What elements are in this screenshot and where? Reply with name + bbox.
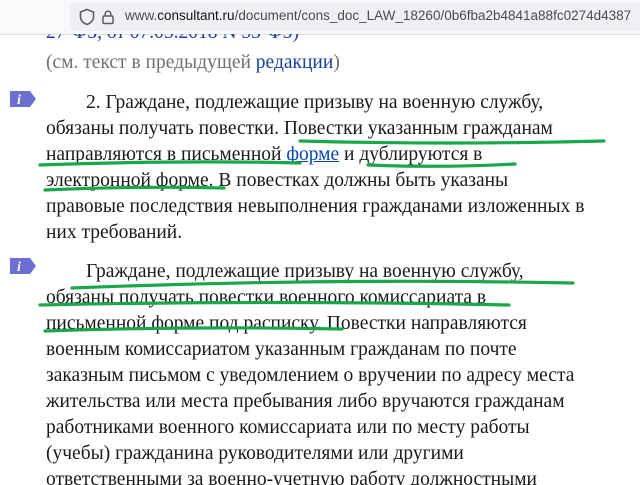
para1-line2: обязаны получать повестки. Повестки указ… — [46, 118, 553, 139]
amendment-cutoff-line: 27-ФЗ, от 07.03.2018 N 53-ФЗ) — [46, 34, 299, 46]
info-icon[interactable]: i — [8, 89, 38, 109]
previous-edition-note: (см. текст в предыдущей редакции) — [46, 50, 340, 76]
para2-line9: ответственными за военно-учетную работу … — [46, 469, 537, 485]
para1-line1: 2. Граждане, подлежащие призыву на военн… — [86, 92, 544, 113]
shield-icon[interactable] — [78, 8, 96, 26]
browser-toolbar: www.consultant.ru/document/cons_doc_LAW_… — [0, 0, 640, 35]
para1-line4: электронной форме. В повестках должны бы… — [46, 170, 509, 191]
previous-edition-link[interactable]: редакции — [256, 52, 334, 73]
para2-line2: обязаны получать повестки военного комис… — [46, 287, 487, 308]
svg-text:i: i — [17, 260, 21, 275]
para2-line3: письменной форме под расписку. Повестки … — [46, 313, 527, 334]
para1-line5: правовые последствия невыполнения гражда… — [46, 196, 585, 217]
info-icon[interactable]: i — [8, 256, 38, 276]
para2-line8: (учебы) гражданина руководителями или др… — [46, 443, 464, 464]
url-text[interactable]: www.consultant.ru/document/cons_doc_LAW_… — [125, 8, 631, 23]
lock-icon[interactable] — [100, 9, 116, 25]
address-bar[interactable]: www.consultant.ru/document/cons_doc_LAW_… — [70, 3, 640, 31]
prev-note-text: (см. текст в предыдущей — [46, 52, 256, 73]
para2-line5: заказным письмом с уведомлением о вручен… — [46, 365, 575, 386]
form-link[interactable]: форме — [286, 144, 339, 165]
para1-line3: направляются в письменной форме и дублир… — [46, 142, 482, 168]
para2-line6: жительства или места пребывания либо вру… — [46, 391, 565, 412]
url-path: /document/cons_doc_LAW_18260/0b6fba2b484… — [234, 8, 632, 23]
para2-line7: работниками военного комиссариата или по… — [46, 417, 530, 438]
url-domain: consultant.ru — [157, 8, 235, 23]
para1-line6: них требований. — [46, 222, 183, 243]
para1-line3-tail: и дублируются в — [339, 144, 483, 165]
para2-line1: Граждане, подлежащие призыву на военную … — [86, 261, 524, 282]
prev-note-close: ) — [333, 52, 340, 73]
para1-line3-text: направляются в письменной — [46, 144, 287, 165]
document-body: 27-ФЗ, от 07.03.2018 N 53-ФЗ) (см. текст… — [0, 34, 640, 485]
url-prefix: www. — [125, 8, 158, 23]
svg-text:i: i — [17, 93, 21, 108]
para2-line4: военным комиссариатом указанным граждана… — [46, 339, 517, 360]
